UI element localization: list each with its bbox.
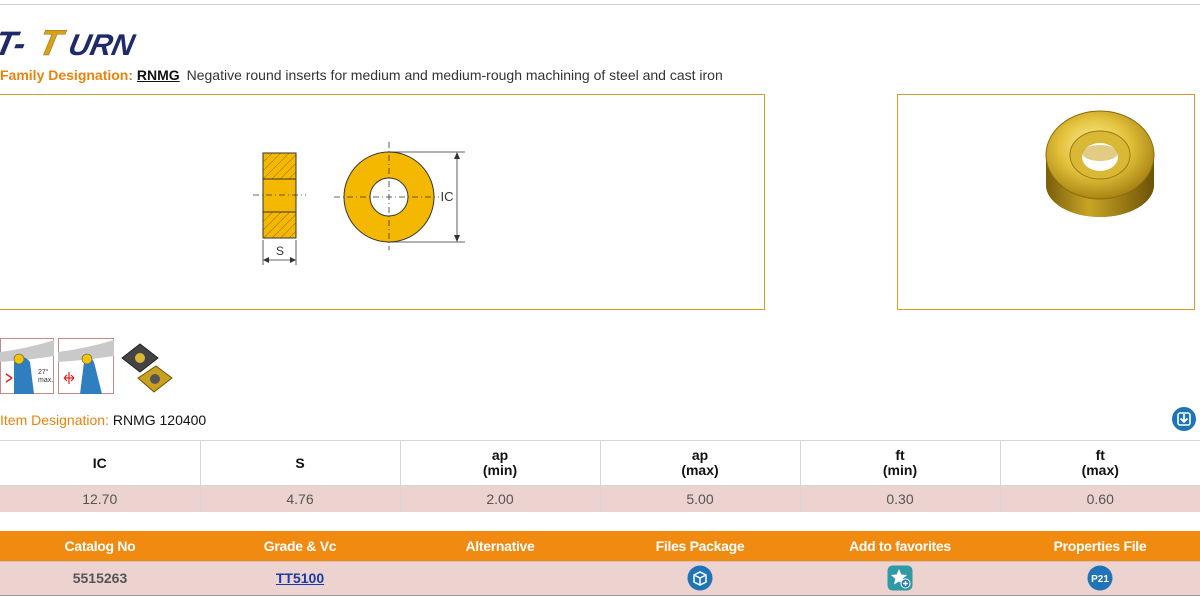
properties-badge-text: P21 (1091, 574, 1109, 585)
application-thumb-2[interactable] (58, 338, 114, 394)
item-designation-label: Item Designation: (0, 412, 109, 428)
insert-photo-panel (897, 94, 1195, 310)
download-icon[interactable] (1171, 406, 1197, 432)
family-description: Negative round inserts for medium and me… (186, 67, 723, 83)
family-designation: Family Designation: RNMG Negative round … (0, 67, 723, 83)
item-designation: Item Designation: RNMG 120400 (0, 412, 206, 428)
ft-max-value: 0.60 (999, 485, 1200, 512)
properties-file-icon[interactable]: P21 (1087, 565, 1113, 591)
dim-s-value: 4.76 (199, 485, 400, 512)
grade-link[interactable]: TT5100 (276, 570, 324, 586)
col-header: IC (0, 440, 200, 486)
application-thumb-1[interactable]: 27° max. (0, 338, 54, 394)
svg-text:T-: T- (0, 25, 30, 63)
ft-min-value: 0.30 (799, 485, 1000, 512)
top-divider (0, 4, 1200, 5)
dim-s-label: S (276, 244, 284, 258)
catalog-header-row: Catalog No Grade & Vc Alternative Files … (0, 531, 1200, 561)
alternative-value (400, 560, 600, 596)
catalog-table: Catalog No Grade & Vc Alternative Files … (0, 531, 1200, 596)
angle-max-label: max. (38, 377, 53, 384)
side-view: S (253, 152, 306, 265)
dimensions-header-row: IC S ap (min) ap (max) ft (min) ft (max) (0, 440, 1200, 486)
files-package-cell (600, 560, 800, 596)
col-header: ap (min) (399, 440, 600, 486)
table-row: 12.70 4.76 2.00 5.00 0.30 0.60 (0, 485, 1200, 512)
col-header-properties-file: Properties File (1000, 531, 1200, 561)
family-code-link[interactable]: RNMG (137, 67, 180, 83)
ap-min-value: 2.00 (399, 485, 600, 512)
col-header-catalog-no: Catalog No (0, 531, 200, 561)
svg-text:URN: URN (66, 29, 139, 62)
insert-product-thumb[interactable] (118, 338, 174, 394)
star-add-icon[interactable] (887, 565, 913, 591)
technical-drawing-panel: S IC (0, 94, 765, 310)
angle-label: 27° (38, 368, 49, 376)
favorites-cell (800, 560, 1000, 596)
col-header: ft (max) (999, 440, 1200, 486)
table-row: 5515263 TT5100 P21 (0, 560, 1200, 596)
col-header: ft (min) (799, 440, 1000, 486)
grade-cell: TT5100 (200, 560, 400, 596)
insert-drawing: S IC (253, 142, 465, 265)
col-header-alternative: Alternative (400, 531, 600, 561)
dimensions-table: IC S ap (min) ap (max) ft (min) ft (max) 12.… (0, 440, 1200, 512)
item-designation-value: RNMG 120400 (112, 412, 207, 428)
insert-photo (1045, 110, 1155, 217)
svg-text:T: T (35, 22, 68, 63)
family-designation-label: Family Designation: (0, 67, 134, 83)
col-header-grade: Grade & Vc (200, 531, 400, 561)
col-header-favorites: Add to favorites (800, 531, 1000, 561)
ap-max-value: 5.00 (599, 485, 800, 512)
col-header: ap (max) (599, 440, 800, 486)
t-turn-logo: T- T URN (0, 22, 139, 63)
col-header-files-package: Files Package (600, 531, 800, 561)
package-icon[interactable] (687, 565, 713, 591)
catalog-no-value: 5515263 (0, 560, 200, 596)
col-header: S (199, 440, 400, 486)
dim-ic-label: IC (441, 189, 454, 204)
properties-file-cell: P21 (1000, 560, 1200, 596)
dim-ic-value: 12.70 (0, 485, 200, 512)
front-view: IC (334, 142, 465, 250)
